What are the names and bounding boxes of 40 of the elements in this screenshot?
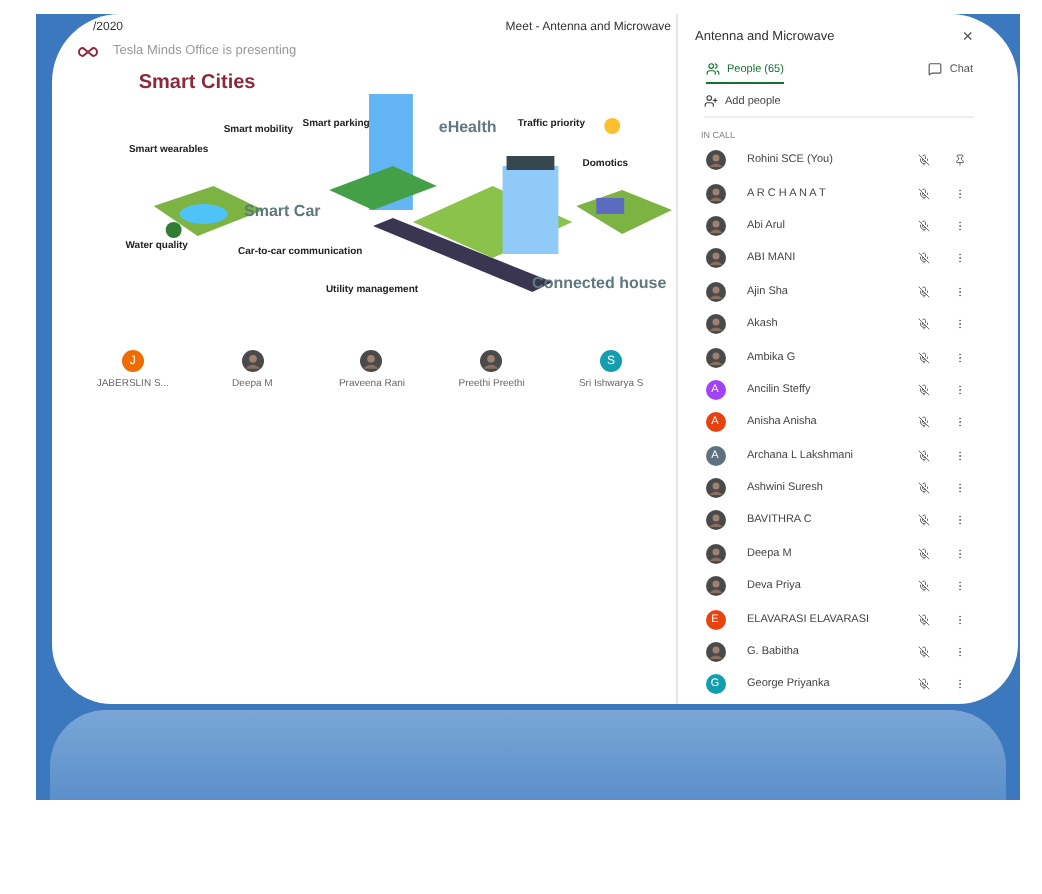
avatar-icon: [705, 248, 725, 269]
avatar-icon: [705, 576, 725, 597]
add-person-icon: [703, 94, 717, 108]
mic-off-icon: [917, 646, 929, 659]
mic-off-icon: [917, 514, 929, 527]
people-icon: [705, 62, 719, 76]
avatar-icon: [705, 347, 725, 368]
mic-off-icon: [917, 285, 929, 298]
avatar-icon: [241, 350, 264, 372]
mic-off-icon: [917, 678, 929, 691]
mic-off-icon: [917, 416, 929, 429]
mic-off-icon: [917, 482, 929, 495]
mic-off-icon: [917, 318, 929, 331]
mic-off-icon: [917, 449, 929, 462]
avatar-icon: [705, 510, 725, 531]
avatar-icon: [705, 281, 725, 302]
mic-off-icon: [917, 252, 929, 265]
pin-icon[interactable]: [953, 154, 965, 167]
mic-off-icon: [917, 187, 929, 200]
logo-icon: [77, 45, 97, 57]
avatar-icon: [705, 183, 725, 204]
avatar-icon: [705, 642, 725, 663]
avatar-icon: [360, 350, 383, 372]
avatar-icon: [705, 543, 725, 564]
mic-off-icon: [917, 383, 929, 396]
mic-off-icon: [917, 351, 929, 364]
mic-off-icon: [917, 613, 929, 626]
avatar-icon: [480, 350, 503, 372]
slide-label: eHealth: [438, 118, 497, 136]
slide-title: Smart Cities: [138, 71, 256, 94]
avatar-icon: [705, 478, 725, 499]
close-button[interactable]: ×: [962, 26, 973, 46]
mic-off-icon: [917, 219, 929, 232]
avatar-icon: [705, 314, 725, 335]
avatar-icon: [705, 215, 725, 236]
avatar-icon: [705, 150, 725, 171]
mic-off-icon: [917, 580, 929, 593]
chat-icon: [927, 62, 942, 76]
mic-off-icon: [917, 547, 929, 560]
mic-off-icon: [917, 154, 929, 167]
